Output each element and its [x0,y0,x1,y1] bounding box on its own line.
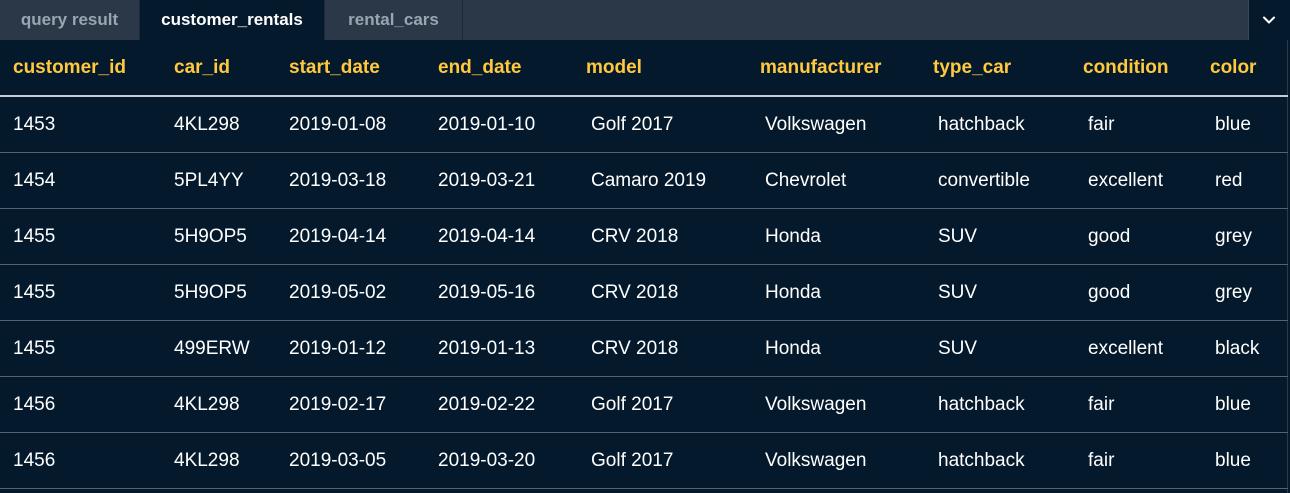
table-cell-start-date: 2019-03-05 [289,449,387,471]
table-cell-model: Camaro 2019 [591,169,707,191]
table-cell-end-date: 2019-02-22 [438,393,536,415]
table-cell-model: Golf 2017 [591,393,674,415]
table-cell-end-date: 2019-04-14 [438,225,536,247]
table-cell-manufacturer: Honda [765,225,821,247]
table-cell-manufacturer: Volkswagen [765,113,867,135]
column-header[interactable]: type_car [933,40,1011,95]
table-cell-start-date: 2019-04-14 [289,225,387,247]
table-cell-end-date: 2019-01-13 [438,337,536,359]
table-cell-end-date: 2019-03-21 [438,169,536,191]
table-cell-type-car: hatchback [938,449,1025,471]
table-cell-model: CRV 2018 [591,225,679,247]
table-cell-condition: fair [1088,113,1115,135]
table-cell-type-car: convertible [938,169,1030,191]
table-cell-type-car: SUV [938,225,978,247]
table-cell-start-date: 2019-01-08 [289,113,387,135]
column-header[interactable]: manufacturer [760,40,881,95]
table-header-row: customer_id car_id start_date end_date m… [0,40,1288,97]
table-cell-car-id: 5H9OP5 [174,225,247,247]
table-cell-manufacturer: Honda [765,337,821,359]
table-cell-customer-id: 1455 [13,225,56,247]
table-row[interactable]: 1455 5H9OP5 2019-04-14 2019-04-14 CRV 2018 Ho… [0,209,1288,265]
table-cell-customer-id: 1455 [13,337,56,359]
table-cell-car-id: 4KL298 [174,113,240,135]
table-row[interactable]: 1456 4KL298 2019-03-05 2019-03-20 Golf 2017 V… [0,433,1288,489]
table-cell-type-car: hatchback [938,393,1025,415]
table-cell-color: grey [1215,281,1252,303]
table-cell-manufacturer: Volkswagen [765,449,867,471]
table-cell-start-date: 2019-02-17 [289,393,387,415]
tab-customer-rentals[interactable]: customer_rentals [140,0,325,40]
table-cell-car-id: 5H9OP5 [174,281,247,303]
column-header[interactable]: condition [1083,40,1168,95]
table-cell-car-id: 4KL298 [174,449,240,471]
table-cell-condition: fair [1088,393,1115,415]
table-cell-condition: excellent [1088,337,1163,359]
table-row[interactable]: 1453 4KL298 2019-01-08 2019-01-10 Golf 2017 V… [0,97,1288,153]
table-cell-customer-id: 1455 [13,281,56,303]
tab-bar: query result customer_rentals rental_car… [0,0,1288,40]
table-cell-condition: good [1088,225,1131,247]
table-cell-manufacturer: Chevrolet [765,169,847,191]
table-body: 1453 4KL298 2019-01-08 2019-01-10 Golf 2017 V… [0,97,1288,489]
column-header[interactable]: customer_id [13,40,126,95]
column-header[interactable]: end_date [438,40,521,95]
table-cell-condition: fair [1088,449,1115,471]
results-table: customer_id car_id start_date end_date m… [0,40,1288,489]
column-header[interactable]: color [1210,40,1256,95]
tabs-dropdown-button[interactable] [1248,0,1288,40]
tab-bar-spacer [463,0,1248,40]
table-cell-start-date: 2019-03-18 [289,169,387,191]
table-cell-color: blue [1215,449,1251,471]
table-cell-color: black [1215,337,1260,359]
table-cell-type-car: SUV [938,337,978,359]
table-cell-customer-id: 1456 [13,393,56,415]
table-cell-car-id: 499ERW [174,337,250,359]
table-cell-type-car: SUV [938,281,978,303]
table-cell-type-car: hatchback [938,113,1025,135]
table-cell-model: Golf 2017 [591,449,674,471]
table-cell-model: CRV 2018 [591,337,679,359]
column-header[interactable]: model [586,40,642,95]
table-cell-condition: excellent [1088,169,1163,191]
table-cell-color: blue [1215,113,1251,135]
table-cell-model: CRV 2018 [591,281,679,303]
table-row[interactable]: 1455 499ERW 2019-01-12 2019-01-13 CRV 2018 Ho… [0,321,1288,377]
table-cell-start-date: 2019-01-12 [289,337,387,359]
table-cell-customer-id: 1456 [13,449,56,471]
table-cell-start-date: 2019-05-02 [289,281,387,303]
table-row[interactable]: 1455 5H9OP5 2019-05-02 2019-05-16 CRV 2018 Ho… [0,265,1288,321]
table-cell-end-date: 2019-05-16 [438,281,536,303]
table-cell-end-date: 2019-03-20 [438,449,536,471]
table-cell-model: Golf 2017 [591,113,674,135]
table-cell-color: blue [1215,393,1251,415]
table-cell-end-date: 2019-01-10 [438,113,536,135]
chevron-down-icon [1262,16,1275,24]
table-cell-manufacturer: Honda [765,281,821,303]
table-row[interactable]: 1454 5PL4YY 2019-03-18 2019-03-21 Camaro 201… [0,153,1288,209]
table-row[interactable]: 1456 4KL298 2019-02-17 2019-02-22 Golf 2017 V… [0,377,1288,433]
table-cell-color: red [1215,169,1243,191]
table-cell-color: grey [1215,225,1252,247]
table-cell-condition: good [1088,281,1131,303]
tab-rental-cars[interactable]: rental_cars [325,0,463,40]
table-cell-customer-id: 1454 [13,169,56,191]
table-cell-customer-id: 1453 [13,113,56,135]
tab-query-result[interactable]: query result [0,0,140,40]
table-cell-car-id: 5PL4YY [174,169,244,191]
column-header[interactable]: start_date [289,40,380,95]
column-header[interactable]: car_id [174,40,230,95]
table-cell-car-id: 4KL298 [174,393,240,415]
table-cell-manufacturer: Volkswagen [765,393,867,415]
query-results-panel: query result customer_rentals rental_car… [0,0,1288,493]
